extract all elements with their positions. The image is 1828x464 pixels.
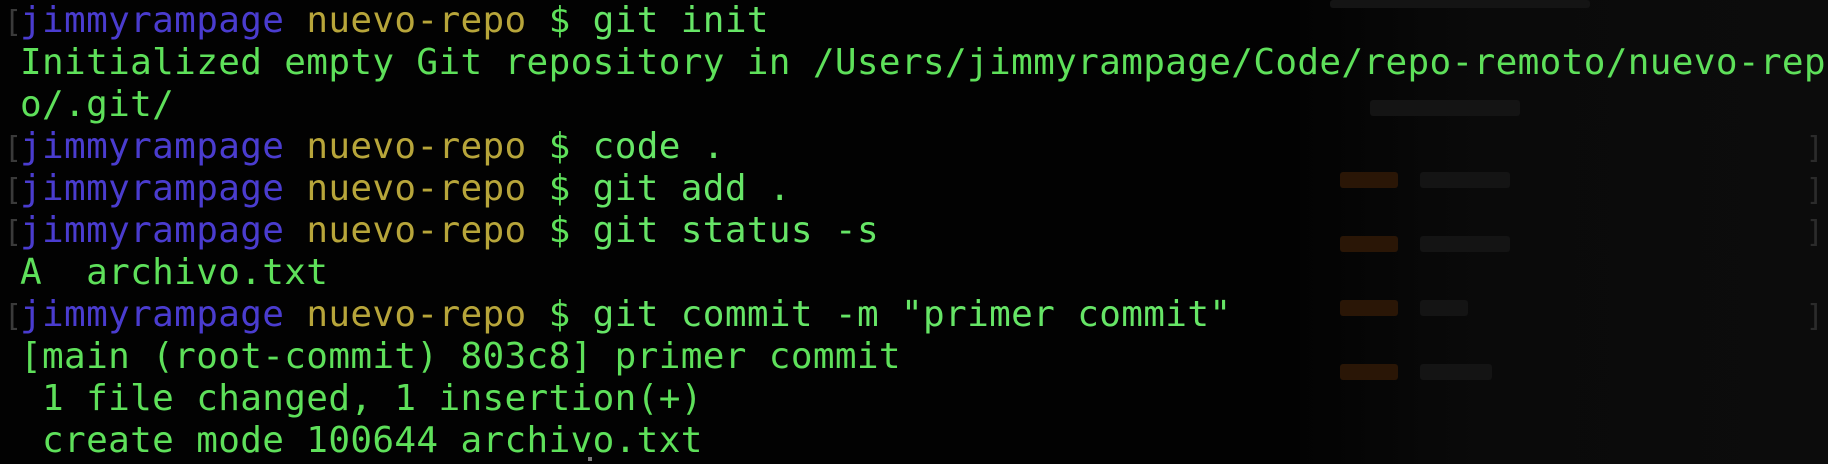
prompt-directory: nuevo-repo <box>306 210 527 251</box>
prompt-symbol: $ <box>548 168 571 209</box>
prompt-directory: nuevo-repo <box>306 294 527 335</box>
prompt-user: jimmyrampage <box>20 168 285 209</box>
terminal-line-output: create mode 100644 archivo.txt <box>20 420 703 461</box>
prompt-directory: nuevo-repo <box>306 0 527 41</box>
text-cursor <box>588 457 592 461</box>
prompt-symbol: $ <box>548 0 571 41</box>
prompt-user: jimmyrampage <box>20 210 285 251</box>
prompt-symbol: $ <box>548 126 571 167</box>
prompt-user: jimmyrampage <box>20 0 285 41</box>
prompt-directory: nuevo-repo <box>306 126 527 167</box>
prompt-user: jimmyrampage <box>20 126 285 167</box>
terminal-line-prompt: jimmyrampage nuevo-repo $ git status -s <box>20 210 1820 252</box>
prompt-symbol: $ <box>548 294 571 335</box>
command-text: git status -s <box>592 210 879 251</box>
terminal-window[interactable]: [ [ [ [ [ ] ] ] ] jimmyrampage nuevo-rep… <box>0 0 1828 464</box>
terminal-line-output: Initialized empty Git repository in /Use… <box>20 42 1826 83</box>
prompt-user: jimmyrampage <box>20 294 285 335</box>
terminal-line-output: o/.git/ <box>20 84 175 125</box>
terminal-line-output: [main (root-commit) 803c8] primer commit <box>20 336 901 377</box>
terminal-line-prompt: jimmyrampage nuevo-repo $ code . <box>20 126 1820 168</box>
command-text: git add . <box>592 168 791 209</box>
prompt-symbol: $ <box>548 210 571 251</box>
prompt-directory: nuevo-repo <box>306 168 527 209</box>
command-text: code . <box>592 126 725 167</box>
command-text: git commit -m "primer commit" <box>592 294 1232 335</box>
command-text: git init <box>592 0 769 41</box>
terminal-line-prompt: jimmyrampage nuevo-repo $ git add . <box>20 168 1820 210</box>
terminal-line-prompt: jimmyrampage nuevo-repo $ git init <box>20 0 1820 42</box>
terminal-line-output: A archivo.txt <box>20 252 329 293</box>
terminal-line-prompt: jimmyrampage nuevo-repo $ git commit -m … <box>20 294 1820 336</box>
terminal-output[interactable]: jimmyrampage nuevo-repo $ git init Initi… <box>20 0 1826 462</box>
terminal-line-output: 1 file changed, 1 insertion(+) <box>20 378 703 419</box>
